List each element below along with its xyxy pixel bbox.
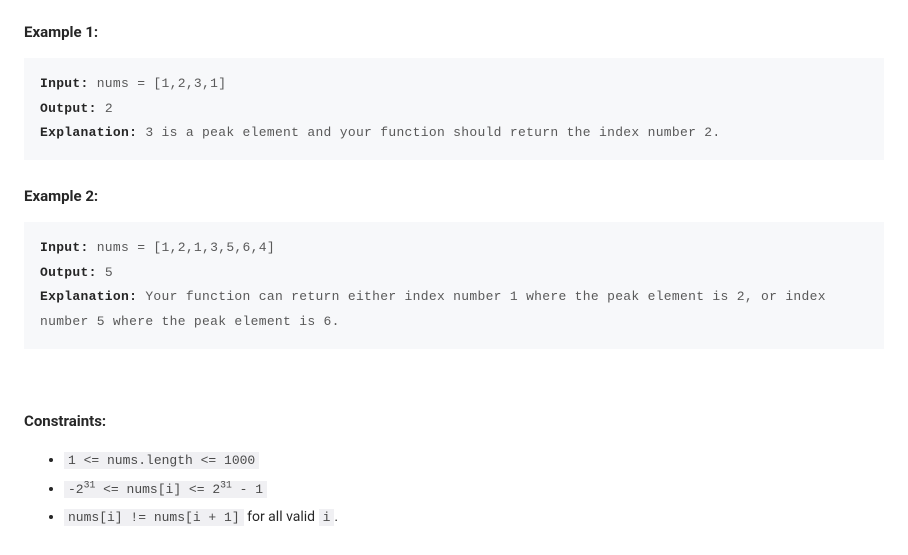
output-value: 5 — [97, 265, 113, 280]
example-2-input-line: Input: nums = [1,2,1,3,5,6,4] — [40, 236, 868, 261]
constraint-2-code: -231 <= nums[i] <= 231 - 1 — [64, 481, 267, 498]
explanation-label: Explanation: — [40, 289, 137, 304]
example-1-code-block: Input: nums = [1,2,3,1] Output: 2 Explan… — [24, 58, 884, 160]
example-1-heading: Example 1: — [24, 20, 884, 44]
input-value: nums = [1,2,1,3,5,6,4] — [89, 240, 275, 255]
example-1-output-line: Output: 2 — [40, 97, 868, 122]
output-value: 2 — [97, 101, 113, 116]
example-2-heading: Example 2: — [24, 184, 884, 208]
example-2-section: Example 2: Input: nums = [1,2,1,3,5,6,4]… — [24, 184, 884, 349]
constraints-section: Constraints: 1 <= nums.length <= 1000 -2… — [24, 409, 884, 529]
output-label: Output: — [40, 265, 97, 280]
constraint-item-2: -231 <= nums[i] <= 231 - 1 — [64, 478, 884, 501]
constraint-1-code: 1 <= nums.length <= 1000 — [64, 452, 259, 469]
constraint-item-1: 1 <= nums.length <= 1000 — [64, 449, 884, 472]
explanation-label: Explanation: — [40, 125, 137, 140]
input-label: Input: — [40, 240, 89, 255]
example-1-input-line: Input: nums = [1,2,3,1] — [40, 72, 868, 97]
constraints-heading: Constraints: — [24, 409, 884, 433]
constraint-3-code-2: i — [319, 509, 335, 526]
constraint-item-3: nums[i] != nums[i + 1] for all valid i. — [64, 506, 884, 529]
spacer — [24, 373, 884, 409]
constraint-3-period: . — [334, 509, 338, 525]
constraint-3-text: for all valid — [244, 509, 319, 525]
constraint-3-code-1: nums[i] != nums[i + 1] — [64, 509, 244, 526]
example-2-output-line: Output: 5 — [40, 261, 868, 286]
output-label: Output: — [40, 101, 97, 116]
example-1-explanation-line: Explanation: 3 is a peak element and you… — [40, 121, 868, 146]
explanation-value: 3 is a peak element and your function sh… — [137, 125, 720, 140]
constraints-list: 1 <= nums.length <= 1000 -231 <= nums[i]… — [24, 449, 884, 529]
input-value: nums = [1,2,3,1] — [89, 76, 227, 91]
example-1-section: Example 1: Input: nums = [1,2,3,1] Outpu… — [24, 20, 884, 160]
input-label: Input: — [40, 76, 89, 91]
example-2-explanation-line: Explanation: Your function can return ei… — [40, 285, 868, 334]
example-2-code-block: Input: nums = [1,2,1,3,5,6,4] Output: 5 … — [24, 222, 884, 349]
explanation-value: Your function can return either index nu… — [40, 289, 826, 329]
